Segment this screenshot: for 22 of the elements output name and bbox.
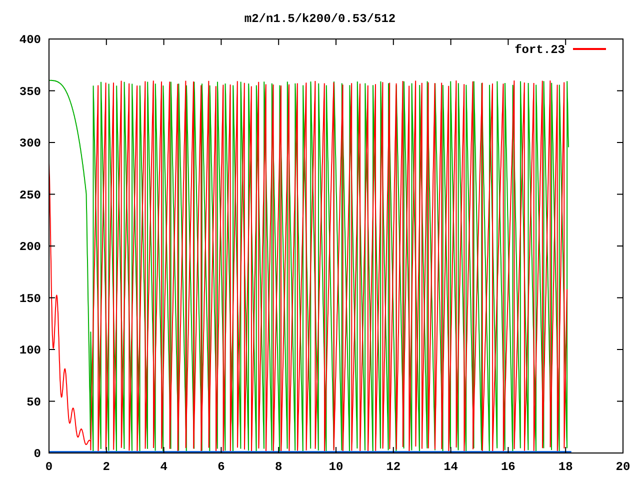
y-tick-label: 350 — [19, 84, 41, 99]
x-tick-label: 8 — [275, 460, 282, 474]
y-tick-label: 300 — [19, 136, 41, 150]
x-tick-label: 14 — [444, 460, 458, 474]
x-tick-label: 2 — [102, 460, 110, 474]
y-tick-label: 150 — [19, 292, 41, 306]
x-tick-label: 6 — [218, 460, 225, 474]
y-tick-label: 0 — [34, 447, 41, 461]
y-tick-label: 400 — [19, 33, 41, 47]
chart-title: m2/n1.5/k200/0.53/512 — [244, 12, 396, 26]
y-tick-label: 200 — [19, 240, 41, 254]
x-tick-label: 10 — [328, 460, 344, 474]
y-tick-label: 100 — [19, 344, 41, 358]
x-tick-label: 0 — [45, 460, 53, 474]
x-tick-label: 20 — [616, 460, 630, 474]
y-tick-label: 250 — [19, 188, 41, 202]
x-tick-label: 12 — [386, 460, 401, 474]
x-tick-label: 18 — [558, 460, 573, 474]
x-tick-label: 4 — [160, 460, 168, 474]
legend-label: fort.23 — [514, 43, 565, 57]
y-tick-label: 50 — [26, 395, 41, 410]
x-tick-label: 16 — [501, 460, 516, 474]
